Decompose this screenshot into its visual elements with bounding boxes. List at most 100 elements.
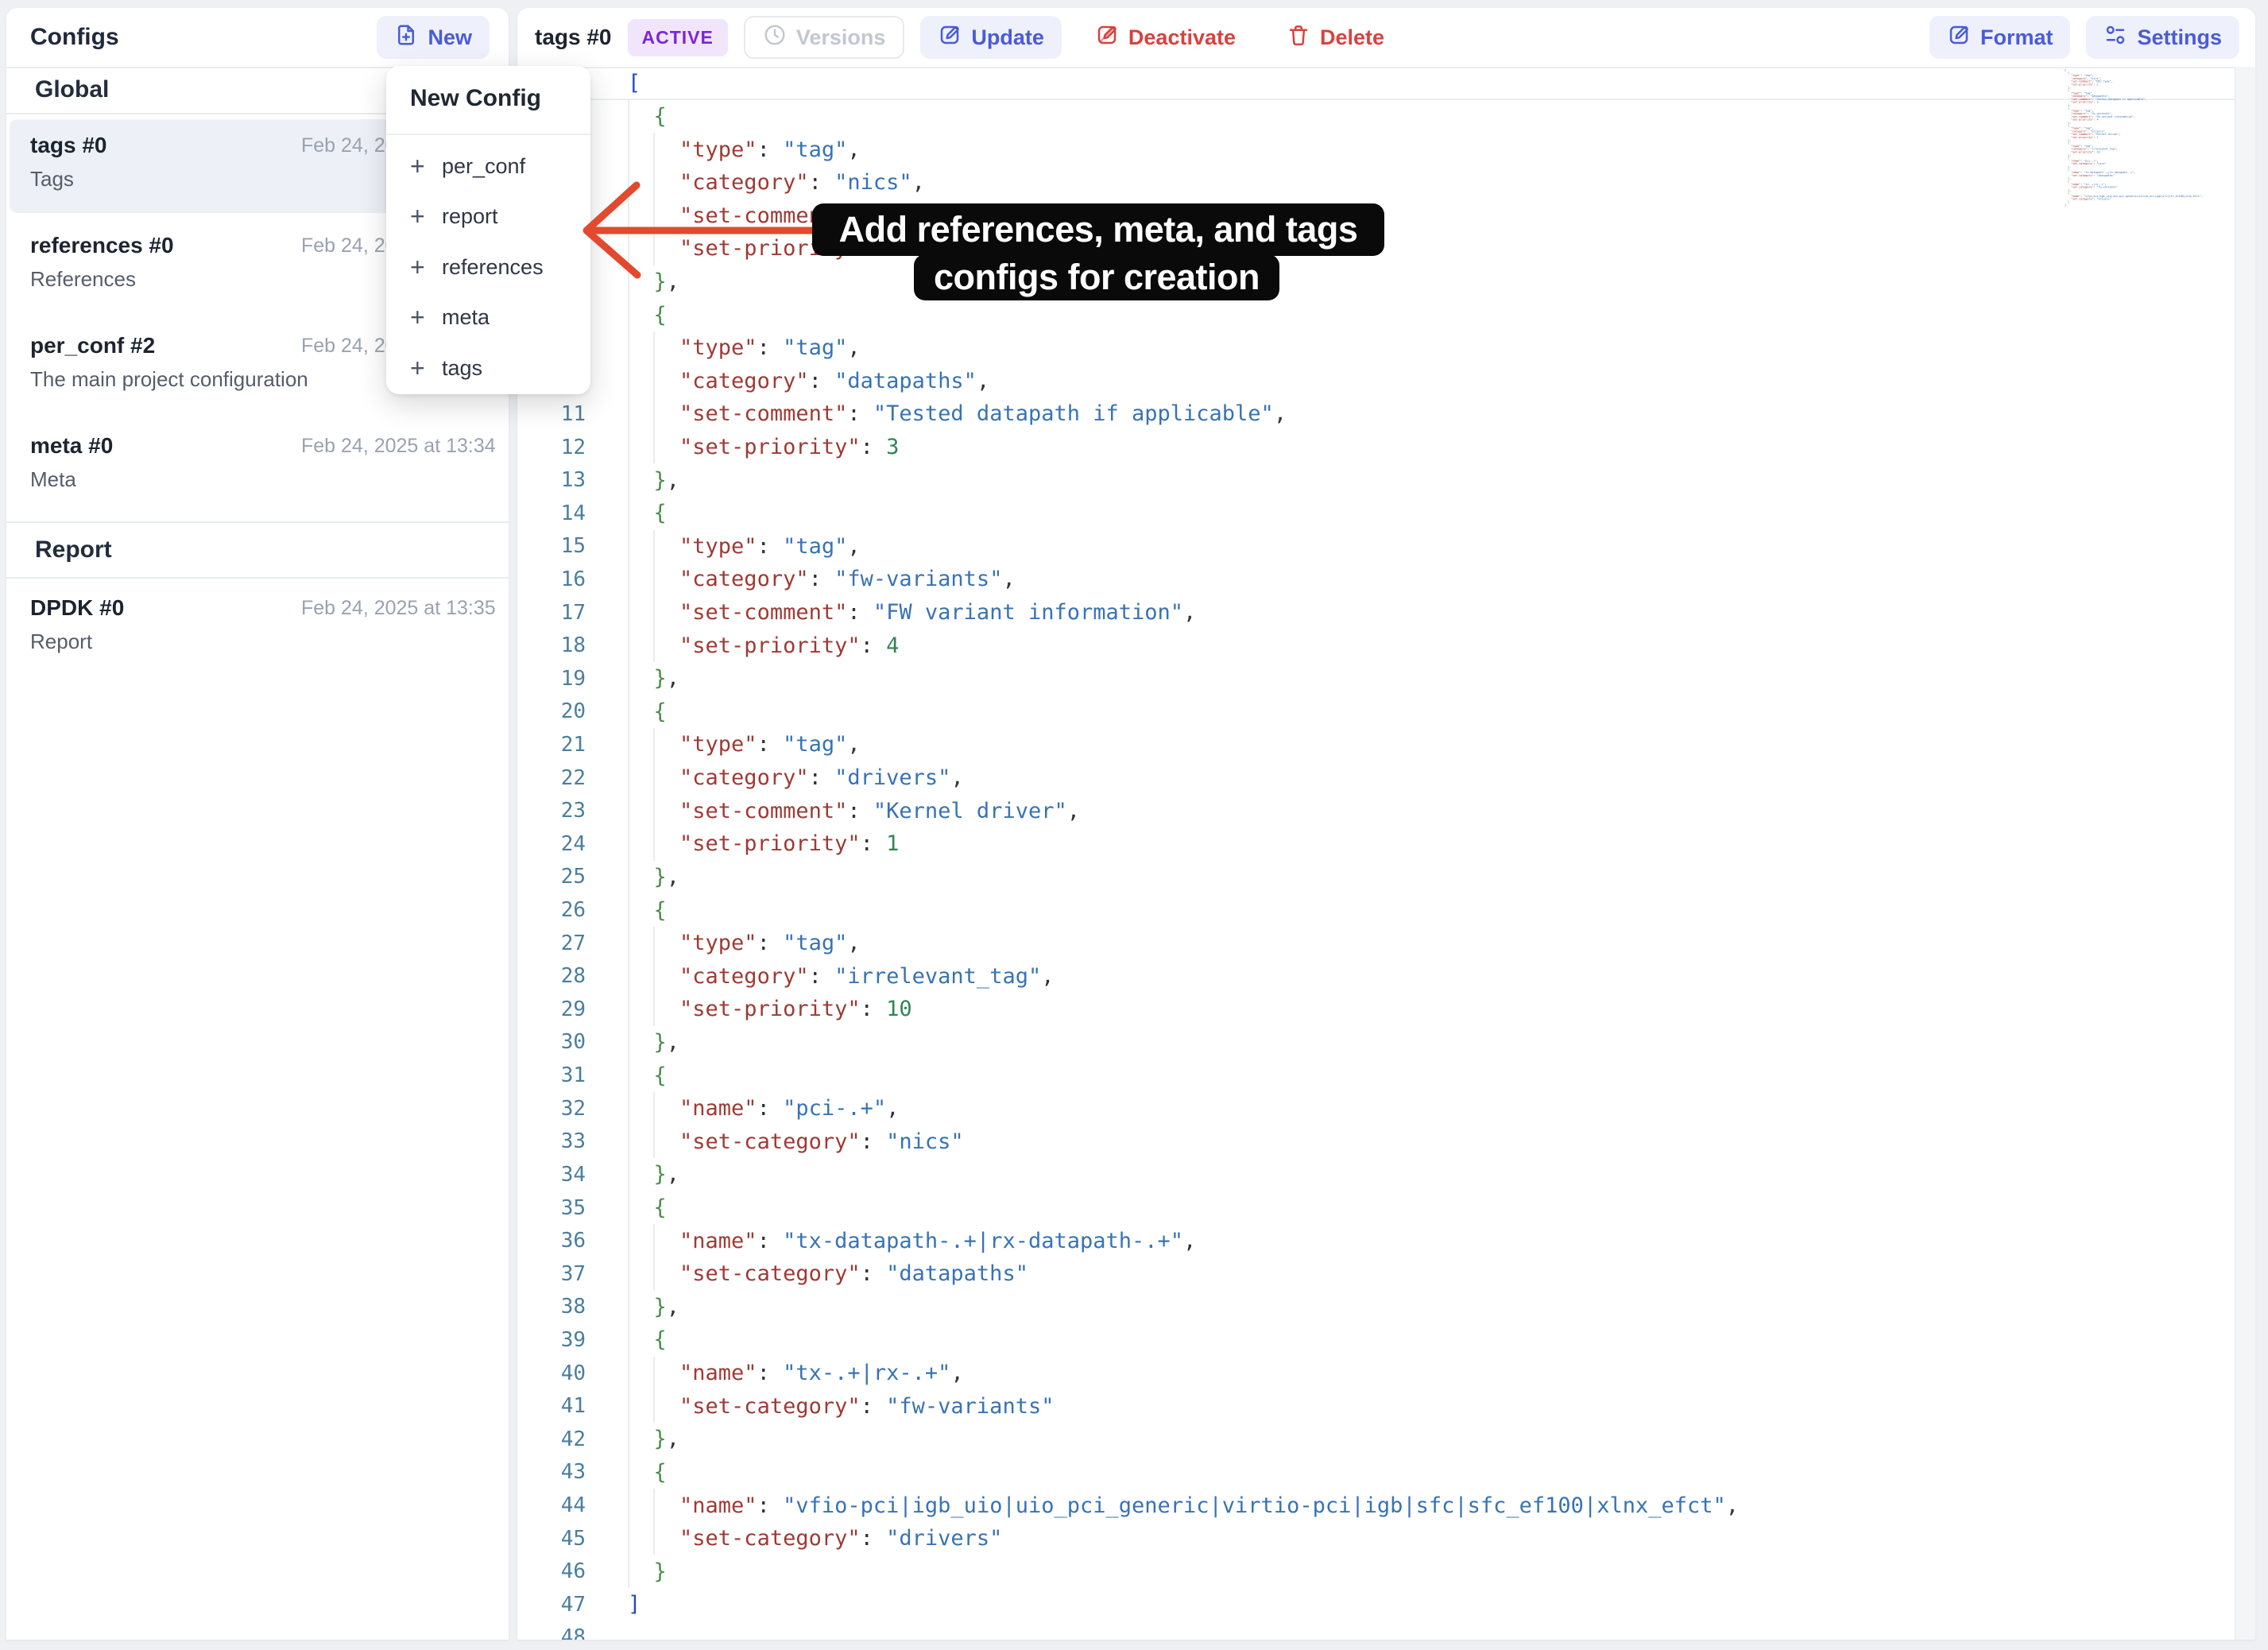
code-line[interactable]: 26 { xyxy=(517,893,2255,927)
code-line[interactable]: 7 }, xyxy=(517,265,2255,299)
code-line[interactable]: 42 }, xyxy=(517,1423,2255,1456)
indent-guide xyxy=(653,166,655,199)
editor-scrollbar[interactable] xyxy=(2235,67,2255,1640)
line-number: 43 xyxy=(517,1460,586,1484)
dropdown-title: New Config xyxy=(410,85,541,112)
line-number: 31 xyxy=(517,1063,586,1087)
code-line-text: }, xyxy=(628,269,679,294)
code-line[interactable]: 41 "set-category": "fw-variants" xyxy=(517,1389,2255,1423)
code-line[interactable]: 18 "set-priority": 4 xyxy=(517,629,2255,662)
code-line[interactable]: 33 "set-category": "nics" xyxy=(517,1125,2255,1159)
code-line-text: { xyxy=(628,303,667,327)
code-line[interactable]: 44 "name": "vfio-pci|igb_uio|uio_pci_gen… xyxy=(517,1489,2255,1522)
dropdown-item-meta[interactable]: + meta xyxy=(386,292,590,343)
code-line[interactable]: 28 "category": "irrelevant_tag", xyxy=(517,959,2255,993)
code-line[interactable]: 24 "set-priority": 1 xyxy=(517,827,2255,861)
indent-guide xyxy=(653,629,655,662)
line-number: 37 xyxy=(517,1262,586,1286)
code-line[interactable]: 6 "set-priority": 2 xyxy=(517,232,2255,265)
code-line[interactable]: 17 "set-comment": "FW variant informatio… xyxy=(517,596,2255,629)
code-line[interactable]: 10 "category": "datapaths", xyxy=(517,364,2255,397)
json-code-editor[interactable]: 1[2 {3 "type": "tag",4 "category": "nics… xyxy=(517,67,2255,1640)
dropdown-divider xyxy=(386,134,590,135)
code-line[interactable]: 47] xyxy=(517,1588,2255,1621)
indent-guide xyxy=(653,1522,655,1555)
line-number: 26 xyxy=(517,898,586,922)
code-line[interactable]: 5 "set-comment": "NIC type", xyxy=(517,199,2255,232)
indent-guide xyxy=(628,1257,629,1291)
code-line[interactable]: 31 { xyxy=(517,1059,2255,1092)
code-line[interactable]: 16 "category": "fw-variants", xyxy=(517,563,2255,596)
editor-minimap[interactable]: [ { "type": "tag", "category": "nics", "… xyxy=(2065,68,2235,211)
dropdown-item-report[interactable]: + report xyxy=(386,192,590,242)
code-line-text: "name": "tx-.+|rx-.+", xyxy=(628,1361,964,1385)
pencil-square-icon xyxy=(1947,23,1971,52)
code-line[interactable]: 27 "type": "tag", xyxy=(517,927,2255,960)
code-line[interactable]: 36 "name": "tx-datapath-.+|rx-datapath-.… xyxy=(517,1224,2255,1257)
indent-guide xyxy=(628,1291,629,1324)
code-line[interactable]: 12 "set-priority": 3 xyxy=(517,431,2255,464)
delete-button[interactable]: Delete xyxy=(1269,16,1402,59)
dropdown-item-label: tags xyxy=(442,356,482,381)
code-line[interactable]: 4 "category": "nics", xyxy=(517,166,2255,199)
code-line-text: "type": "tag", xyxy=(628,138,861,162)
config-list-item-dpdk[interactable]: DPDK #0 Feb 24, 2025 at 13:35 Report xyxy=(10,582,505,676)
format-button[interactable]: Format xyxy=(1929,16,2071,59)
code-line-text: { xyxy=(628,898,667,923)
code-line[interactable]: 23 "set-comment": "Kernel driver", xyxy=(517,794,2255,827)
dropdown-item-tags[interactable]: + tags xyxy=(386,343,590,393)
code-line[interactable]: 8 { xyxy=(517,298,2255,331)
code-line-text: "name": "pci-.+", xyxy=(628,1096,899,1121)
code-line[interactable]: 45 "set-category": "drivers" xyxy=(517,1522,2255,1555)
code-line[interactable]: 34 }, xyxy=(517,1158,2255,1191)
code-line[interactable]: 25 }, xyxy=(517,861,2255,894)
code-line-text: "set-priority": 10 xyxy=(628,997,912,1021)
code-line[interactable]: 38 }, xyxy=(517,1291,2255,1324)
code-line[interactable]: 35 { xyxy=(517,1191,2255,1225)
code-line[interactable]: 48 xyxy=(517,1621,2255,1640)
update-button[interactable]: Update xyxy=(920,16,1062,59)
code-line[interactable]: 20 { xyxy=(517,695,2255,729)
indent-guide xyxy=(628,364,629,397)
indent-guide xyxy=(628,1456,629,1489)
config-list-item-meta[interactable]: meta #0 Feb 24, 2025 at 13:34 Meta xyxy=(10,420,505,513)
code-line[interactable]: 43 { xyxy=(517,1456,2255,1489)
plus-icon: + xyxy=(410,354,442,383)
dropdown-item-references[interactable]: + references xyxy=(386,242,590,292)
code-line[interactable]: 11 "set-comment": "Tested datapath if ap… xyxy=(517,397,2255,431)
code-line[interactable]: 32 "name": "pci-.+", xyxy=(517,1092,2255,1125)
config-subtitle: References xyxy=(30,267,136,292)
dropdown-item-per-conf[interactable]: + per_conf xyxy=(386,141,590,192)
code-line-text: ] xyxy=(628,1592,641,1617)
code-line[interactable]: 2 { xyxy=(517,100,2255,134)
code-line[interactable]: 1[ xyxy=(517,67,2255,100)
section-label: Global xyxy=(35,76,109,103)
settings-button[interactable]: Settings xyxy=(2086,16,2239,59)
code-line-text: }, xyxy=(628,865,679,889)
code-line[interactable]: 13 }, xyxy=(517,463,2255,497)
indent-guide xyxy=(628,959,629,993)
code-line[interactable]: 22 "category": "drivers", xyxy=(517,761,2255,795)
deactivate-button-label: Deactivate xyxy=(1128,25,1236,50)
code-line[interactable]: 30 }, xyxy=(517,1026,2255,1059)
indent-guide xyxy=(653,1125,655,1159)
deactivate-button[interactable]: Deactivate xyxy=(1078,16,1253,59)
indent-guide xyxy=(628,794,629,827)
code-line[interactable]: 46 } xyxy=(517,1555,2255,1588)
code-line[interactable]: 14 { xyxy=(517,497,2255,530)
code-line-text: { xyxy=(628,1327,667,1352)
indent-guide xyxy=(628,1026,629,1059)
code-line[interactable]: 9 "type": "tag", xyxy=(517,331,2255,365)
versions-button[interactable]: Versions xyxy=(744,16,905,59)
code-line[interactable]: 19 }, xyxy=(517,662,2255,695)
code-line[interactable]: 29 "set-priority": 10 xyxy=(517,993,2255,1026)
code-line[interactable]: 3 "type": "tag", xyxy=(517,133,2255,166)
new-config-button[interactable]: New xyxy=(377,16,490,59)
code-line[interactable]: 40 "name": "tx-.+|rx-.+", xyxy=(517,1357,2255,1390)
indent-guide xyxy=(628,166,629,199)
section-header-report: Report xyxy=(6,521,509,579)
code-line[interactable]: 15 "type": "tag", xyxy=(517,530,2255,564)
code-line[interactable]: 39 { xyxy=(517,1323,2255,1357)
code-line[interactable]: 21 "type": "tag", xyxy=(517,728,2255,761)
code-line[interactable]: 37 "set-category": "datapaths" xyxy=(517,1257,2255,1291)
